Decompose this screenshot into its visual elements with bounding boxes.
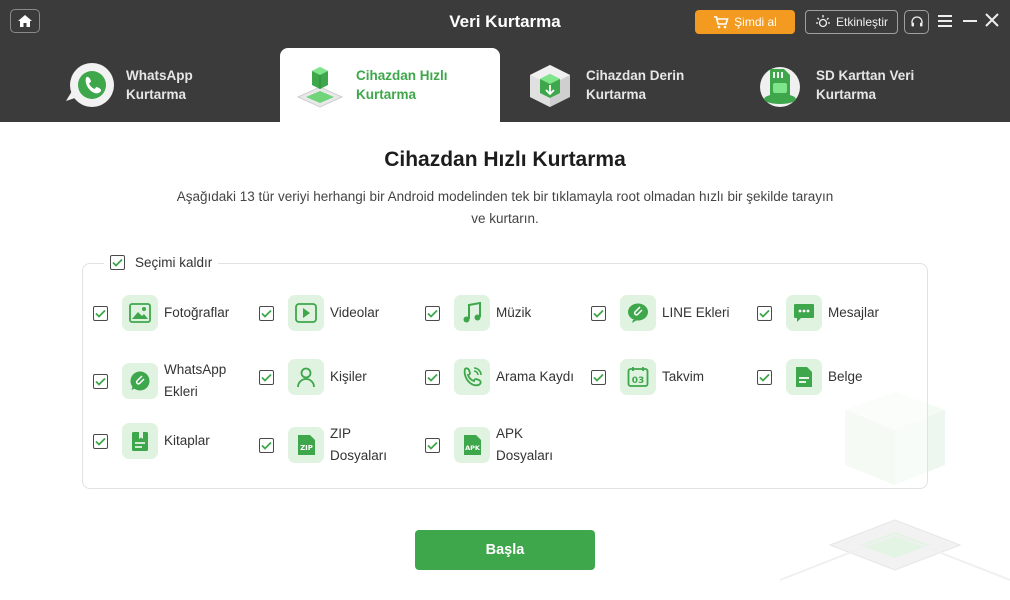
attachment-icon bbox=[620, 295, 656, 331]
whatsapp-attachments-checkbox[interactable] bbox=[93, 373, 108, 389]
data-type-photos[interactable]: Fotoğraflar bbox=[93, 295, 246, 331]
data-type-label: Kitaplar bbox=[164, 433, 210, 448]
data-type-label: Mesajlar bbox=[828, 305, 880, 320]
data-type-label: Fotoğraflar bbox=[164, 305, 230, 320]
buy-now-button[interactable]: Şimdi al bbox=[695, 10, 795, 34]
checkmark-icon bbox=[427, 309, 438, 318]
data-type-zip-files[interactable]: ZIP ZIP Dosyaları bbox=[259, 423, 400, 467]
title-bar: Veri Kurtarma Şimdi al Etkinleştir Whats… bbox=[0, 0, 1010, 122]
select-all-label: Seçimi kaldır bbox=[135, 255, 213, 270]
checkmark-icon bbox=[593, 373, 604, 382]
data-type-label: LINE Ekleri bbox=[662, 305, 730, 320]
whatsapp-phone-icon bbox=[62, 57, 118, 113]
checkmark-icon bbox=[261, 309, 272, 318]
checkmark-icon bbox=[112, 258, 123, 267]
checkmark-icon bbox=[95, 309, 106, 318]
activate-button[interactable]: Etkinleştir bbox=[805, 10, 898, 34]
deselect-all-toggle[interactable]: Seçimi kaldır bbox=[104, 255, 219, 270]
photo-icon bbox=[122, 295, 158, 331]
data-type-label: ZIP Dosyaları bbox=[330, 426, 388, 463]
sd-card-icon bbox=[752, 57, 808, 113]
data-type-music[interactable]: Müzik bbox=[425, 295, 578, 331]
tab-whatsapp-recovery[interactable]: WhatsApp Kurtarma bbox=[50, 48, 270, 122]
data-type-label: Müzik bbox=[496, 305, 532, 320]
activate-label: Etkinleştir bbox=[835, 15, 888, 29]
data-type-label: Takvim bbox=[662, 369, 705, 384]
key-sun-icon bbox=[815, 15, 830, 28]
documents-checkbox[interactable] bbox=[757, 369, 772, 385]
data-type-calendar[interactable]: 03 Takvim bbox=[591, 359, 744, 395]
data-type-call-log[interactable]: Arama Kaydı bbox=[425, 359, 586, 395]
line-attachments-checkbox[interactable] bbox=[591, 305, 606, 321]
checkmark-icon bbox=[95, 377, 106, 386]
page-title: Cihazdan Hızlı Kurtarma bbox=[384, 148, 626, 171]
book-icon bbox=[122, 423, 158, 459]
data-type-label: Arama Kaydı bbox=[496, 369, 575, 384]
data-type-apk-files[interactable]: APK APK Dosyaları bbox=[425, 423, 566, 467]
headset-icon bbox=[910, 16, 923, 27]
checkmark-icon bbox=[427, 373, 438, 382]
zip-icon: ZIP bbox=[288, 427, 324, 463]
select-all-checkbox[interactable] bbox=[110, 255, 125, 270]
data-type-documents[interactable]: Belge bbox=[757, 359, 910, 395]
apk-icon: APK bbox=[454, 427, 490, 463]
deep-recovery-box-icon bbox=[522, 57, 578, 113]
svg-text:ZIP: ZIP bbox=[300, 444, 313, 452]
data-type-messages[interactable]: Mesajlar bbox=[757, 295, 910, 331]
data-type-contacts[interactable]: Kişiler bbox=[259, 359, 412, 395]
video-icon bbox=[288, 295, 324, 331]
tab-label: WhatsApp Kurtarma bbox=[126, 68, 193, 102]
checkmark-icon bbox=[95, 437, 106, 446]
data-type-label: WhatsApp Ekleri bbox=[164, 362, 227, 399]
tab-label: Cihazdan Hızlı Kurtarma bbox=[356, 68, 448, 102]
music-icon bbox=[454, 295, 490, 331]
zip-files-checkbox[interactable] bbox=[259, 437, 274, 453]
checkmark-icon bbox=[593, 309, 604, 318]
svg-text:APK: APK bbox=[465, 444, 481, 452]
quick-recovery-cube-icon bbox=[292, 57, 348, 113]
calendar-checkbox[interactable] bbox=[591, 369, 606, 385]
music-checkbox[interactable] bbox=[425, 305, 440, 321]
apk-files-checkbox[interactable] bbox=[425, 437, 440, 453]
messages-checkbox[interactable] bbox=[757, 305, 772, 321]
checkmark-icon bbox=[427, 441, 438, 450]
data-type-label: Videolar bbox=[330, 305, 380, 320]
support-button[interactable] bbox=[904, 10, 929, 34]
tab-sd-card-recovery[interactable]: SD Karttan Veri Kurtarma bbox=[740, 48, 960, 122]
minimize-icon[interactable] bbox=[962, 13, 978, 29]
call-log-checkbox[interactable] bbox=[425, 369, 440, 385]
contact-icon bbox=[288, 359, 324, 395]
checkmark-icon bbox=[759, 309, 770, 318]
document-icon bbox=[786, 359, 822, 395]
close-icon[interactable] bbox=[985, 13, 999, 27]
photos-checkbox[interactable] bbox=[93, 305, 108, 321]
message-icon bbox=[786, 295, 822, 331]
menu-icon[interactable] bbox=[937, 14, 953, 28]
calendar-icon: 03 bbox=[620, 359, 656, 395]
data-type-label: Belge bbox=[828, 369, 863, 384]
checkmark-icon bbox=[261, 441, 272, 450]
data-type-label: Kişiler bbox=[330, 369, 367, 384]
data-type-books[interactable]: Kitaplar bbox=[93, 423, 246, 459]
videos-checkbox[interactable] bbox=[259, 305, 274, 321]
checkmark-icon bbox=[261, 373, 272, 382]
tab-quick-device-recovery[interactable]: Cihazdan Hızlı Kurtarma bbox=[280, 48, 500, 122]
tab-deep-device-recovery[interactable]: Cihazdan Derin Kurtarma bbox=[510, 48, 730, 122]
call-log-icon bbox=[454, 359, 490, 395]
data-type-videos[interactable]: Videolar bbox=[259, 295, 412, 331]
data-type-whatsapp-attachments[interactable]: WhatsApp Ekleri bbox=[93, 359, 246, 403]
svg-text:03: 03 bbox=[632, 376, 645, 386]
data-type-label: APK Dosyaları bbox=[496, 426, 554, 463]
books-checkbox[interactable] bbox=[93, 433, 108, 449]
tab-label: Cihazdan Derin Kurtarma bbox=[586, 68, 685, 102]
whatsapp-attachment-icon bbox=[122, 363, 158, 399]
cart-icon bbox=[714, 16, 729, 29]
page-description: Aşağıdaki 13 tür veriyi herhangi bir And… bbox=[176, 189, 834, 226]
contacts-checkbox[interactable] bbox=[259, 369, 274, 385]
checkmark-icon bbox=[759, 373, 770, 382]
tab-label: SD Karttan Veri Kurtarma bbox=[816, 68, 915, 102]
buy-now-label: Şimdi al bbox=[734, 15, 777, 29]
data-type-line-attachments[interactable]: LINE Ekleri bbox=[591, 295, 744, 331]
start-button[interactable]: Başla bbox=[415, 530, 595, 570]
